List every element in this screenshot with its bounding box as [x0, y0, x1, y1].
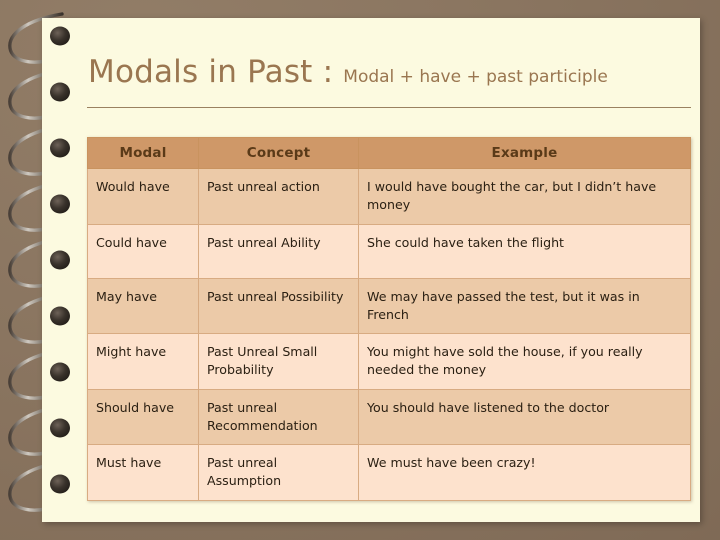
modal-text: Would have: [96, 179, 170, 194]
cell-example: You should have listened to the doctor: [358, 388, 691, 445]
modal-text: Must have: [96, 455, 162, 470]
concept-text: Past unreal Recommendation: [207, 399, 318, 433]
concept-text: Past unreal Ability: [207, 234, 321, 250]
cell-example: She could have taken the flight: [358, 223, 691, 279]
slide-canvas: Modals in Past : Modal + have + past par…: [0, 0, 720, 540]
table-header-row: Modal Concept Example: [87, 137, 691, 169]
cell-example: We must have been crazy!: [358, 444, 691, 501]
cell-concept: Past Unreal Small Probability: [198, 333, 359, 390]
cell-example: You might have sold the house, if you re…: [358, 333, 691, 390]
cell-modal: Might have: [87, 333, 199, 390]
example-text: She could have taken the flight: [367, 234, 564, 250]
cell-modal: Should have: [87, 388, 199, 445]
modal-text: May have: [96, 288, 157, 304]
cell-concept: Past unreal Possibility: [198, 277, 359, 334]
example-text: We must have been crazy!: [367, 455, 536, 470]
cell-example: We may have passed the test, but it was …: [358, 277, 691, 334]
concept-text: Past Unreal Small Probability: [207, 344, 318, 378]
column-header-concept: Concept: [198, 137, 359, 169]
cell-concept: Past unreal Ability: [198, 223, 359, 279]
table-row: Might have Past Unreal Small Probability…: [87, 333, 691, 390]
example-text: We may have passed the test, but it was …: [367, 288, 640, 322]
concept-text: Past unreal action: [207, 179, 320, 194]
example-text: You should have listened to the doctor: [367, 399, 610, 415]
cell-concept: Past unreal Recommendation: [198, 388, 359, 445]
cell-modal: Must have: [87, 444, 199, 501]
column-header-modal: Modal: [87, 137, 199, 169]
cell-modal: Could have: [87, 223, 199, 279]
concept-text: Past unreal Assumption: [207, 455, 282, 489]
example-text: I would have bought the car, but I didn’…: [367, 179, 657, 213]
cell-concept: Past unreal action: [198, 168, 359, 225]
punched-holes-icon: [50, 26, 70, 494]
modal-text: Might have: [96, 344, 167, 359]
example-text: You might have sold the house, if you re…: [367, 344, 643, 378]
column-header-example: Example: [358, 137, 691, 169]
cell-modal: May have: [87, 277, 199, 334]
cell-concept: Past unreal Assumption: [198, 444, 359, 501]
table-row: Would have Past unreal action I would ha…: [87, 168, 691, 225]
cell-modal: Would have: [87, 168, 199, 225]
cell-example: I would have bought the car, but I didn’…: [358, 168, 691, 225]
table-row: Should have Past unreal Recommendation Y…: [87, 388, 691, 445]
notebook-page: Modals in Past : Modal + have + past par…: [42, 18, 700, 522]
concept-text: Past unreal Possibility: [207, 288, 344, 304]
title-main-text: Modals in Past :: [88, 54, 344, 90]
modal-text: Could have: [96, 234, 167, 250]
page-title: Modals in Past : Modal + have + past par…: [88, 54, 688, 90]
table-row: Could have Past unreal Ability She could…: [87, 223, 691, 279]
modal-text: Should have: [96, 399, 175, 415]
modals-table: Modal Concept Example Would have Past un…: [87, 137, 691, 501]
title-divider: [87, 107, 691, 108]
table-row: Must have Past unreal Assumption We must…: [87, 444, 691, 501]
table-row: May have Past unreal Possibility We may …: [87, 277, 691, 334]
title-subtitle-text: Modal + have + past participle: [343, 67, 608, 87]
